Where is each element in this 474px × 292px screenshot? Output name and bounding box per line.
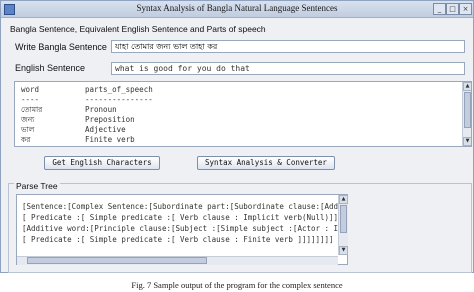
maximize-icon[interactable]: □ xyxy=(446,3,459,15)
parse-tree-line-4: [ Predicate :[ Simple predicate :[ Verb … xyxy=(22,235,334,244)
bangla-sentence-input[interactable]: যাহা তোমার জন্য ভাল তাহা কর xyxy=(111,40,465,53)
parse-tree-title: Parse Tree xyxy=(14,181,60,191)
parse-tree-line-2: [ Predicate :[ Simple predicate :[ Verb … xyxy=(22,213,339,222)
scroll-up-icon[interactable]: ▲ xyxy=(463,82,471,91)
tree-hscroll-thumb[interactable] xyxy=(27,257,207,264)
parse-tree-line-1: [Sentence:[Complex Sentence:[Subordinate… xyxy=(22,202,339,211)
close-icon[interactable]: × xyxy=(459,3,472,15)
english-sentence-label: English Sentence xyxy=(15,63,86,73)
tree-scroll-down-icon[interactable]: ▼ xyxy=(339,246,348,255)
pos-scroll-thumb[interactable] xyxy=(464,92,471,128)
pos-tag-1: Pronoun xyxy=(85,105,117,114)
pos-header-word: word xyxy=(21,85,40,94)
parse-tree-hscroll[interactable] xyxy=(17,256,338,265)
get-english-characters-button[interactable]: Get English Characters xyxy=(44,156,160,170)
scroll-down-icon[interactable]: ▼ xyxy=(463,137,471,146)
pos-header-pos: parts_of_speech xyxy=(85,85,153,94)
window-title: Syntax Analysis of Bangla Natural Langua… xyxy=(136,3,338,13)
tree-vscroll-thumb[interactable] xyxy=(340,205,347,233)
pos-tag-3: Adjective xyxy=(85,125,126,134)
english-sentence-field[interactable]: what is good for you do that xyxy=(111,62,465,75)
pos-separator-pos: --------------- xyxy=(85,95,153,104)
pos-tag-2: Preposition xyxy=(85,115,135,124)
figure-caption: Fig. 7 Sample output of the program for … xyxy=(131,280,343,290)
syntax-analysis-converter-button[interactable]: Syntax Analysis & Converter xyxy=(197,156,335,170)
pos-word-4: কর xyxy=(21,135,31,144)
minimize-icon[interactable]: _ xyxy=(433,3,446,15)
pos-separator-word: ---- xyxy=(21,95,40,104)
app-window: Syntax Analysis of Bangla Natural Langua… xyxy=(0,0,474,273)
title-bar: Syntax Analysis of Bangla Natural Langua… xyxy=(1,1,473,18)
parts-of-speech-area[interactable]: word parts_of_speech ---- --------------… xyxy=(14,81,472,147)
bangla-sentence-label: Write Bangla Sentence xyxy=(15,42,107,52)
parse-tree-line-3: [Additive word:[Principle clause:[Subjec… xyxy=(22,224,343,233)
parse-tree-vscroll[interactable]: ▲ ▼ xyxy=(338,195,348,255)
pos-tag-4: Finite verb xyxy=(85,135,135,144)
tree-scroll-up-icon[interactable]: ▲ xyxy=(339,195,348,204)
pos-scrollbar[interactable]: ▲ ▼ xyxy=(462,82,471,146)
input-group-title: Bangla Sentence, Equivalent English Sent… xyxy=(10,24,266,34)
